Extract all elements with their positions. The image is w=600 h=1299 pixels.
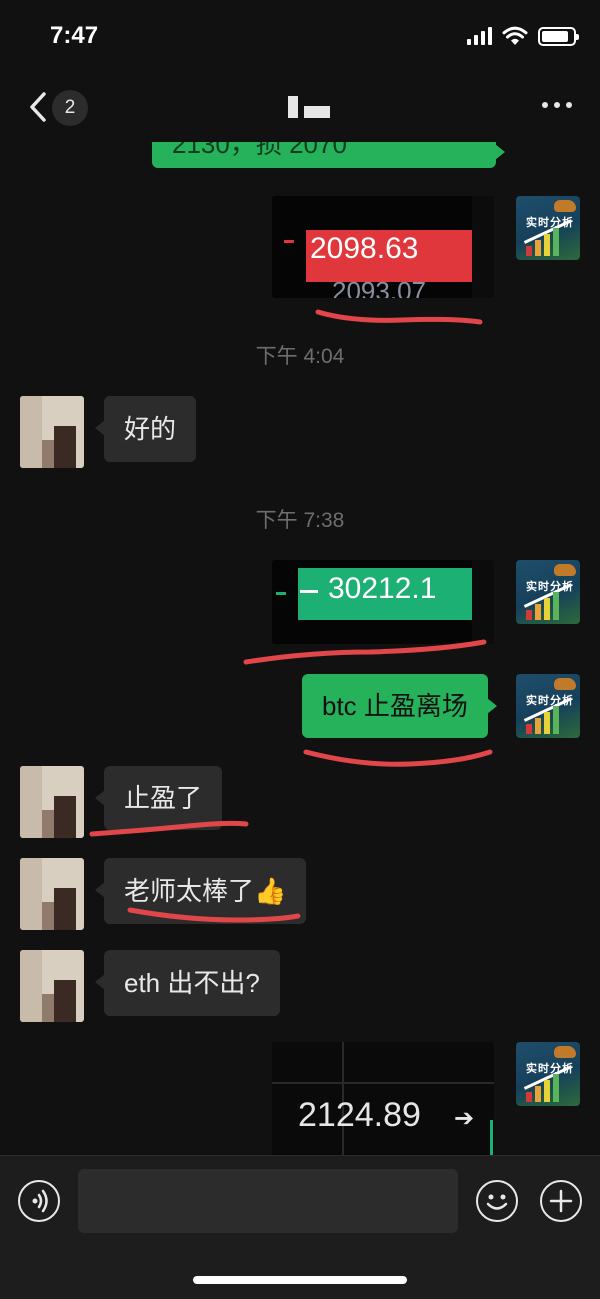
arrow-right-icon: ➔	[454, 1105, 475, 1132]
chat-nav-bar: 2	[0, 72, 600, 142]
contact-avatar[interactable]	[20, 858, 84, 930]
price-value: 30212.1	[328, 572, 437, 605]
message-input[interactable]	[78, 1169, 458, 1233]
more-functions-button[interactable]	[540, 1180, 582, 1222]
message-text: eth 出不出?	[124, 968, 260, 998]
message-bubble-received[interactable]: 好的	[94, 396, 197, 462]
message-text: 2130，损 2070	[172, 142, 347, 159]
more-options-icon[interactable]	[542, 102, 572, 108]
chat-title-redacted	[288, 96, 332, 120]
home-indicator[interactable]	[193, 1276, 407, 1284]
voice-icon	[32, 1189, 48, 1213]
message-bubble-received[interactable]: 老师太棒了👍	[94, 858, 307, 924]
price-value: 2124.89	[298, 1096, 421, 1134]
price-screenshot-image[interactable]: 2098.63 – 2093.07	[272, 196, 494, 298]
message-bubble-sent[interactable]: btc 止盈离场	[302, 674, 497, 738]
timestamp-label: 下午 7:38	[255, 509, 345, 532]
message-text: btc 止盈离场	[322, 691, 468, 721]
sender-avatar[interactable]: 实时分析	[516, 196, 580, 260]
smiley-icon	[486, 1194, 508, 1210]
message-text: 老师太棒了👍	[124, 876, 287, 906]
sender-avatar[interactable]: 实时分析	[516, 560, 580, 624]
battery-icon	[538, 26, 579, 46]
price-screenshot-image[interactable]: 2124.89 ➔	[272, 1042, 494, 1155]
status-time: 7:47	[50, 22, 99, 49]
chat-input-bar	[0, 1155, 600, 1299]
price-screenshot-image[interactable]: 30212.1	[272, 560, 494, 644]
price-sub-value: 2093.07	[332, 276, 426, 298]
back-chevron-icon[interactable]	[24, 90, 54, 124]
message-bubble-sent[interactable]: 2130，损 2070	[152, 142, 505, 168]
unread-count-badge[interactable]: 2	[52, 90, 88, 126]
wifi-icon	[502, 26, 528, 45]
contact-avatar[interactable]	[20, 950, 84, 1022]
cellular-signal-icon	[467, 27, 492, 45]
emoji-button[interactable]	[476, 1180, 518, 1222]
red-underline-annotation	[303, 749, 493, 767]
chat-message-list[interactable]: 2130，损 2070 2098.63 – 2093.07 实时分析 下午 4:…	[0, 142, 600, 1155]
message-bubble-received[interactable]: eth 出不出?	[95, 950, 280, 1016]
message-bubble-received[interactable]: 止盈了	[94, 766, 223, 830]
message-text: 止盈了	[124, 783, 203, 813]
status-bar: 7:47	[0, 0, 600, 72]
sender-avatar[interactable]: 实时分析	[516, 1042, 580, 1106]
contact-avatar[interactable]	[20, 766, 84, 838]
contact-avatar[interactable]	[20, 396, 84, 468]
plus-icon	[549, 1189, 573, 1213]
sender-avatar[interactable]: 实时分析	[516, 674, 580, 738]
message-text: 好的	[124, 414, 177, 444]
red-underline-annotation	[315, 309, 483, 325]
price-value: 2098.63	[310, 232, 419, 265]
timestamp-label: 下午 4:04	[255, 345, 345, 368]
status-icons	[467, 26, 579, 46]
voice-input-button[interactable]	[18, 1180, 60, 1222]
